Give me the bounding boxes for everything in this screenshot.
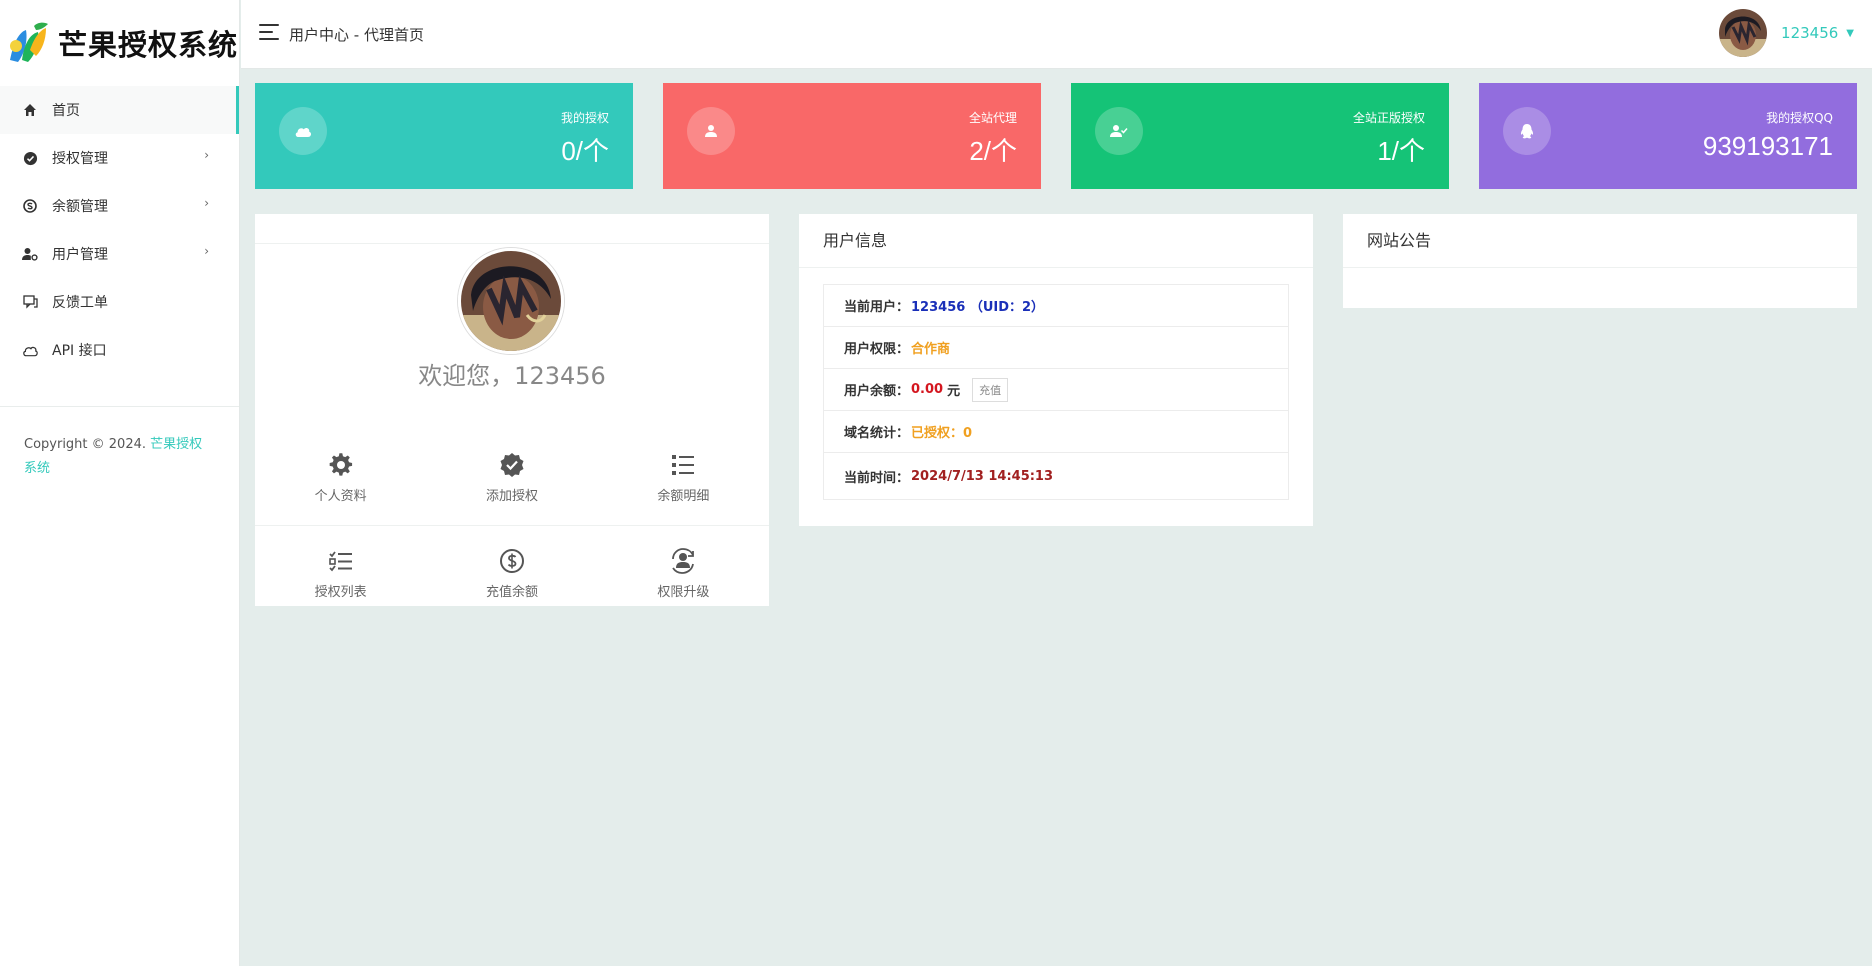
stat-label: 我的授权QQ xyxy=(1766,111,1833,125)
username: 123456 xyxy=(1781,24,1839,42)
menu-toggle-icon[interactable] xyxy=(259,24,279,42)
qq-icon xyxy=(1503,107,1551,155)
quick-action-label: 添加授权 xyxy=(485,489,538,504)
home-icon xyxy=(22,102,38,118)
info-key: 当前时间： xyxy=(844,470,910,486)
chevron-right-icon: › xyxy=(204,244,209,258)
panel-title: 网站公告 xyxy=(1343,214,1857,268)
user-info-table: 当前用户： 123456 （UID：2） 用户权限： 合作商 用户余额： 0.0… xyxy=(823,284,1289,500)
user-icon xyxy=(687,107,735,155)
quick-actions-row: 个人资料 添加授权 余额明细 xyxy=(255,430,769,525)
profile-avatar[interactable] xyxy=(458,248,564,354)
sidebar-item-label: API 接口 xyxy=(52,343,107,359)
sidebar-item-label: 授权管理 xyxy=(52,151,108,167)
stat-value: 0/个 xyxy=(561,136,609,166)
topbar: 用户中心 - 代理首页 123456 ▼ xyxy=(241,0,1872,69)
copyright: Copyright © 2024. 芒果授权系统 xyxy=(0,407,239,481)
quick-action-label: 个人资料 xyxy=(314,489,367,504)
quick-action-label: 授权列表 xyxy=(314,584,367,600)
info-key: 域名统计： xyxy=(844,426,910,441)
quick-action-label: 充值余额 xyxy=(485,584,538,600)
quick-actions-row: 授权列表 充值余额 权限升级 xyxy=(255,525,769,620)
skype-icon xyxy=(22,198,38,214)
user-upgrade-icon xyxy=(669,547,697,575)
cloud-icon xyxy=(279,107,327,155)
recharge-button[interactable]: 充值 xyxy=(972,377,1009,402)
sidebar-nav: 首页 授权管理 › 余额管理 › 用户管理 › 反馈工单 API 接口 xyxy=(0,86,239,374)
quick-action-add-license[interactable]: 添加授权 xyxy=(426,430,597,525)
cloud-icon xyxy=(22,342,38,358)
list-icon xyxy=(669,451,697,479)
quick-action-balance-details[interactable]: 余额明细 xyxy=(598,430,769,525)
sidebar-item-label: 首页 xyxy=(52,103,80,119)
quick-action-upgrade[interactable]: 权限升级 xyxy=(598,526,769,620)
stat-card-site-agents: 全站代理 2/个 xyxy=(663,83,1041,189)
user-cog-icon xyxy=(22,246,38,262)
stat-label: 全站代理 xyxy=(968,111,1017,125)
notice-panel: 网站公告 xyxy=(1343,214,1857,308)
stat-label: 我的授权 xyxy=(560,111,609,125)
sidebar-item-balance-management[interactable]: 余额管理 › xyxy=(0,182,239,230)
info-value: 0.00 xyxy=(911,382,944,397)
sidebar-item-label: 用户管理 xyxy=(52,247,108,263)
brand-logo[interactable]: 芒果授权系统 xyxy=(0,0,239,86)
info-key: 用户余额： xyxy=(844,384,910,399)
info-key: 当前用户： xyxy=(844,300,910,315)
info-row-role: 用户权限： 合作商 xyxy=(824,327,1288,369)
stat-card-genuine-licenses: 全站正版授权 1/个 xyxy=(1071,83,1449,189)
info-value: 2024/7/13 14:45:13 xyxy=(911,468,1054,484)
sidebar: 芒果授权系统 首页 授权管理 › 余额管理 › 用户管理 › 反馈工单 API … xyxy=(0,0,240,966)
verified-icon xyxy=(498,451,526,479)
quick-action-license-list[interactable]: 授权列表 xyxy=(255,526,426,620)
sidebar-item-api[interactable]: API 接口 xyxy=(0,326,239,374)
info-value: 123456 （UID：2） xyxy=(911,300,1045,315)
profile-panel: 欢迎您，123456 个人资料 添加授权 余额明细 授权列表 充值余额 权限升级 xyxy=(255,214,769,606)
stat-card-my-licenses: 我的授权 0/个 xyxy=(255,83,633,189)
info-key: 用户权限： xyxy=(844,342,910,357)
sidebar-item-user-management[interactable]: 用户管理 › xyxy=(0,230,239,278)
copyright-text: Copyright © 2024. xyxy=(24,437,151,452)
info-value: 已授权：0 xyxy=(911,426,973,441)
stat-value: 1/个 xyxy=(1377,136,1425,166)
quick-action-label: 权限升级 xyxy=(657,584,710,600)
sidebar-item-label: 余额管理 xyxy=(52,199,108,215)
user-menu[interactable]: 123456 ▼ xyxy=(1719,9,1854,57)
quick-actions: 个人资料 添加授权 余额明细 授权列表 充值余额 权限升级 xyxy=(255,430,769,620)
user-check-icon xyxy=(1095,107,1143,155)
gear-icon xyxy=(327,451,355,479)
verified-icon xyxy=(22,150,38,166)
quick-action-label: 余额明细 xyxy=(657,489,710,504)
info-row-current-time: 当前时间： 2024/7/13 14:45:13 xyxy=(824,453,1288,499)
info-row-current-user: 当前用户： 123456 （UID：2） xyxy=(824,285,1288,327)
quick-action-profile[interactable]: 个人资料 xyxy=(255,430,426,525)
info-value: 合作商 xyxy=(911,342,951,357)
sidebar-item-label: 反馈工单 xyxy=(52,295,108,311)
user-info-panel: 用户信息 当前用户： 123456 （UID：2） 用户权限： 合作商 用户余额… xyxy=(799,214,1313,526)
breadcrumb: 用户中心 - 代理首页 xyxy=(289,26,424,44)
brand-name: 芒果授权系统 xyxy=(58,28,239,62)
sidebar-item-home[interactable]: 首页 xyxy=(0,86,239,134)
mango-logo-icon xyxy=(4,20,50,66)
dollar-icon xyxy=(498,547,526,575)
stat-card-license-qq: 我的授权QQ 939193171 xyxy=(1479,83,1857,189)
stat-label: 全站正版授权 xyxy=(1352,111,1425,125)
welcome-text: 欢迎您，123456 xyxy=(418,362,606,390)
chevron-right-icon: › xyxy=(204,196,209,210)
stat-value: 939193171 xyxy=(1702,131,1833,161)
stat-value: 2/个 xyxy=(969,136,1017,166)
panel-title: 用户信息 xyxy=(799,214,1313,268)
balance-unit: 元 xyxy=(947,384,961,399)
avatar[interactable] xyxy=(1719,9,1768,57)
checklist-icon xyxy=(327,547,355,575)
quick-action-recharge[interactable]: 充值余额 xyxy=(426,526,597,620)
sidebar-item-license-management[interactable]: 授权管理 › xyxy=(0,134,239,182)
chevron-down-icon: ▼ xyxy=(1846,27,1854,39)
chat-icon xyxy=(22,294,38,310)
chevron-right-icon: › xyxy=(204,148,209,162)
info-row-domain-stats: 域名统计： 已授权：0 xyxy=(824,411,1288,453)
profile-panel-header xyxy=(255,214,769,244)
sidebar-item-feedback-ticket[interactable]: 反馈工单 xyxy=(0,278,239,326)
info-row-balance: 用户余额： 0.00 元 充值 xyxy=(824,369,1288,411)
